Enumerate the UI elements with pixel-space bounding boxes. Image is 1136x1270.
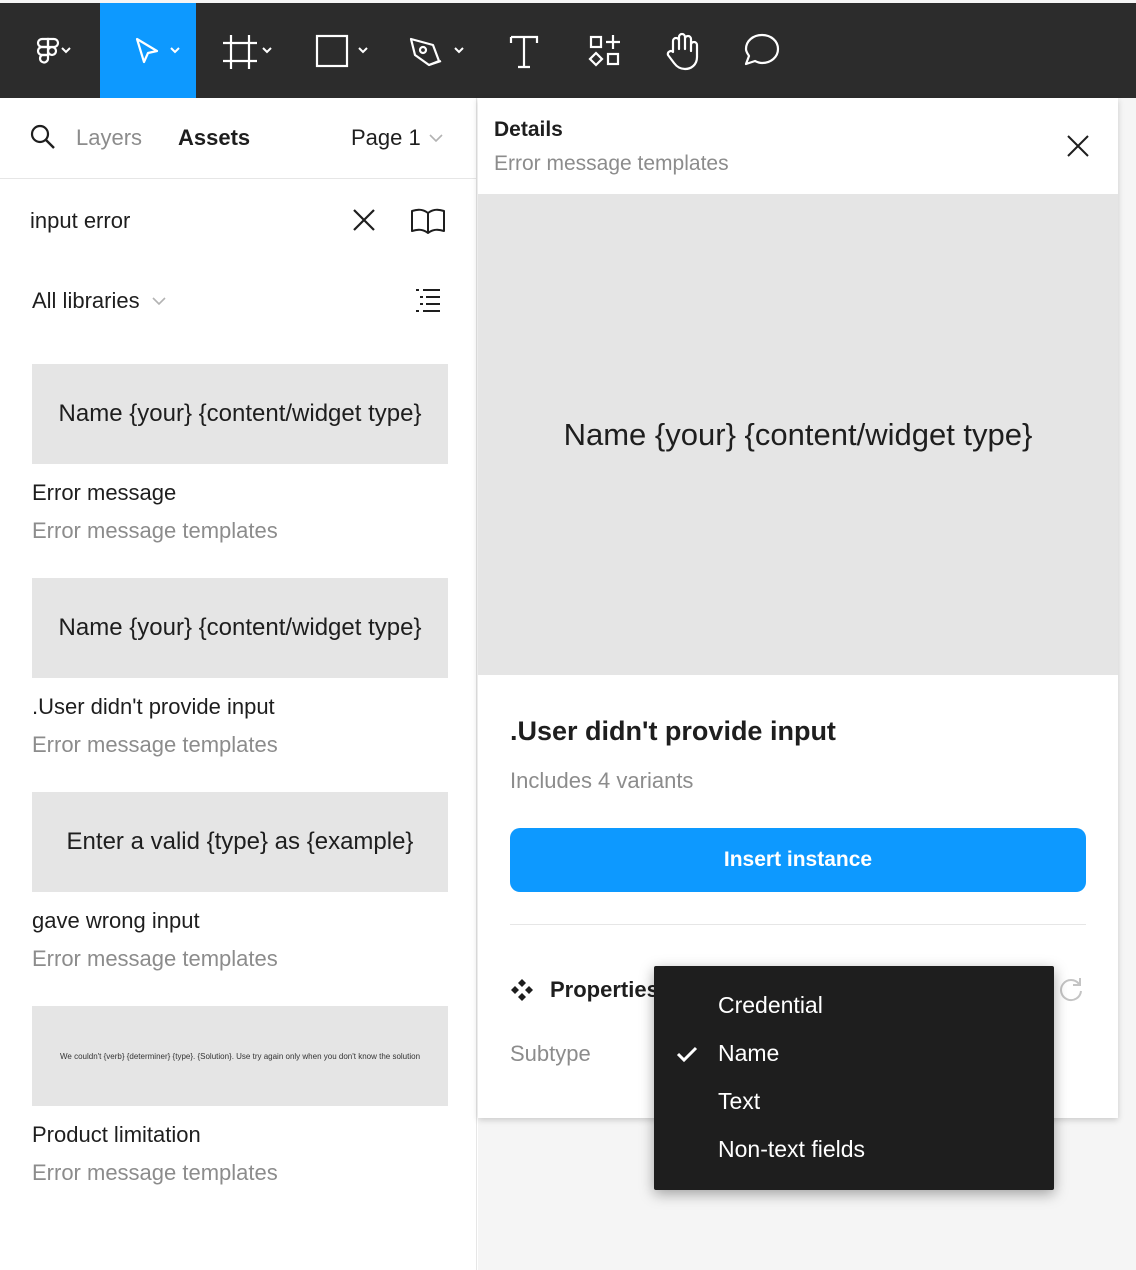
asset-thumbnail: We couldn't {verb} {determiner} {type}. …	[32, 1006, 448, 1106]
checkmark-icon	[676, 1045, 698, 1068]
asset-library: Error message templates	[32, 1160, 278, 1185]
asset-item[interactable]: Name {your} {content/widget type} Error …	[32, 364, 448, 544]
left-panel: Layers Assets Page 1 input error All lib…	[0, 98, 477, 1270]
main-menu-button[interactable]	[0, 3, 100, 98]
asset-item[interactable]: We couldn't {verb} {determiner} {type}. …	[32, 1006, 448, 1186]
asset-search: input error	[0, 180, 477, 260]
panel-tabs: Layers Assets Page 1	[0, 98, 477, 179]
hand-tool-icon	[666, 32, 699, 70]
page-selector[interactable]: Page 1	[351, 125, 443, 151]
page-selector-label: Page 1	[351, 125, 421, 150]
pen-tool-button[interactable]	[388, 3, 484, 98]
subtype-dropdown: Credential Name Text Non-text fields	[654, 966, 1054, 1190]
library-filter-label: All libraries	[32, 288, 140, 313]
asset-item[interactable]: Enter a valid {type} as {example} gave w…	[32, 792, 448, 972]
move-tool-icon	[135, 37, 180, 63]
tab-layers[interactable]: Layers	[76, 125, 142, 151]
dropdown-option-credential[interactable]: Credential	[718, 992, 823, 1019]
figma-logo-icon	[36, 37, 71, 63]
asset-name: gave wrong input	[32, 908, 200, 933]
asset-item[interactable]: Name {your} {content/widget type} .User …	[32, 578, 448, 758]
hand-tool-button[interactable]	[646, 3, 720, 98]
chevron-down-icon	[429, 134, 443, 143]
asset-name: .User didn't provide input	[32, 694, 275, 719]
dropdown-option-non-text-fields[interactable]: Non-text fields	[718, 1136, 865, 1163]
search-icon[interactable]	[30, 124, 56, 155]
details-panel: Details Error message templates Name {yo…	[478, 98, 1118, 1118]
details-title: Details	[494, 118, 563, 141]
library-filter-row: All libraries	[0, 268, 477, 328]
library-filter[interactable]: All libraries	[32, 288, 166, 314]
chevron-down-icon	[152, 297, 166, 306]
text-tool-button[interactable]	[484, 3, 562, 98]
resources-button[interactable]	[568, 3, 642, 98]
search-input[interactable]: input error	[30, 208, 130, 234]
component-properties-icon	[510, 978, 534, 1007]
dropdown-option-name[interactable]: Name	[718, 1040, 779, 1067]
asset-name: Error message	[32, 480, 177, 505]
frame-tool-button[interactable]	[196, 3, 292, 98]
close-icon[interactable]	[1066, 134, 1090, 163]
details-header: Details Error message templates	[494, 118, 729, 176]
library-book-icon[interactable]	[410, 207, 446, 240]
asset-thumbnail: Name {your} {content/widget type}	[32, 364, 448, 464]
insert-instance-button[interactable]: Insert instance	[510, 828, 1086, 892]
toolbar	[0, 0, 1136, 98]
properties-label: Properties	[550, 977, 659, 1002]
comment-tool-icon	[744, 33, 780, 65]
asset-library: Error message templates	[32, 946, 278, 971]
frame-tool-icon	[223, 34, 272, 69]
rectangle-tool-icon	[315, 34, 368, 67]
text-tool-icon	[509, 35, 539, 68]
details-subtitle: Error message templates	[494, 152, 729, 175]
shape-tool-button[interactable]	[292, 3, 388, 98]
variants-count: Includes 4 variants	[510, 768, 694, 793]
subtype-label: Subtype	[510, 1041, 591, 1066]
component-preview: Name {your} {content/widget type}	[478, 194, 1118, 675]
dropdown-option-text[interactable]: Text	[718, 1088, 760, 1115]
pen-tool-icon	[409, 37, 464, 66]
asset-library: Error message templates	[32, 518, 278, 543]
asset-name: Product limitation	[32, 1122, 201, 1147]
move-tool-button[interactable]	[100, 3, 196, 98]
divider	[510, 924, 1086, 925]
reset-icon[interactable]	[1058, 976, 1084, 1007]
clear-search-icon[interactable]	[350, 206, 378, 239]
asset-thumbnail: Name {your} {content/widget type}	[32, 578, 448, 678]
component-name: .User didn't provide input	[510, 716, 836, 746]
list-view-icon[interactable]	[414, 286, 442, 319]
comment-tool-button[interactable]	[724, 3, 800, 98]
resources-icon	[588, 34, 620, 67]
asset-thumbnail: Enter a valid {type} as {example}	[32, 792, 448, 892]
asset-library: Error message templates	[32, 732, 278, 757]
tab-assets[interactable]: Assets	[178, 125, 250, 151]
